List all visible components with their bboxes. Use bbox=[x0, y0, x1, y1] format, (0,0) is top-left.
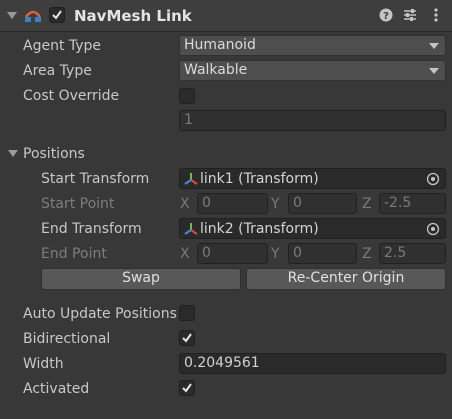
end-point-y-field: 0 bbox=[288, 243, 357, 264]
dropdown-arrow-icon bbox=[429, 68, 439, 74]
start-transform-value: link1 (Transform) bbox=[200, 171, 319, 187]
agent-type-value: Humanoid bbox=[184, 37, 256, 53]
bidirectional-checkbox[interactable] bbox=[179, 330, 195, 346]
component-title: NavMesh Link bbox=[74, 7, 192, 25]
dropdown-arrow-icon bbox=[429, 43, 439, 49]
object-picker-icon[interactable] bbox=[426, 222, 440, 236]
checkmark-icon bbox=[182, 333, 192, 343]
end-transform-field[interactable]: link2 (Transform) bbox=[179, 218, 446, 239]
kebab-menu-icon[interactable] bbox=[428, 7, 444, 23]
recenter-origin-button[interactable]: Re-Center Origin bbox=[246, 268, 446, 290]
end-transform-value: link2 (Transform) bbox=[200, 221, 319, 237]
width-label: Width bbox=[23, 356, 64, 372]
positions-label[interactable]: Positions bbox=[23, 145, 85, 163]
end-point-x-field: 0 bbox=[197, 243, 268, 264]
area-type-label: Area Type bbox=[23, 63, 92, 79]
checkmark-icon bbox=[182, 383, 192, 393]
bidirectional-label: Bidirectional bbox=[23, 331, 111, 347]
end-point-label: End Point bbox=[41, 246, 107, 262]
start-point-x-label: X bbox=[180, 196, 190, 212]
start-transform-field[interactable]: link1 (Transform) bbox=[179, 168, 446, 189]
activated-checkbox[interactable] bbox=[179, 380, 195, 396]
help-icon[interactable]: ? bbox=[378, 7, 394, 23]
object-picker-icon[interactable] bbox=[426, 172, 440, 186]
end-transform-label: End Transform bbox=[41, 221, 142, 237]
transform-icon bbox=[184, 223, 198, 235]
positions-foldout-icon[interactable] bbox=[8, 150, 18, 157]
navmesh-link-icon bbox=[24, 10, 42, 22]
area-type-value: Walkable bbox=[184, 62, 248, 78]
cost-override-label: Cost Override bbox=[23, 88, 120, 104]
start-point-label: Start Point bbox=[41, 196, 115, 212]
start-point-x-field: 0 bbox=[197, 193, 268, 214]
activated-label: Activated bbox=[23, 381, 90, 397]
agent-type-dropdown[interactable]: Humanoid bbox=[179, 35, 446, 56]
start-transform-label: Start Transform bbox=[41, 171, 150, 187]
enabled-checkbox[interactable] bbox=[49, 7, 65, 23]
component-header[interactable]: NavMesh Link ? bbox=[0, 0, 452, 32]
start-point-z-label: Z bbox=[362, 196, 372, 212]
start-point-z-field: -2.5 bbox=[379, 193, 446, 214]
start-point-y-field: 0 bbox=[288, 193, 357, 214]
agent-type-label: Agent Type bbox=[23, 38, 102, 54]
end-point-z-field: 2.5 bbox=[379, 243, 446, 264]
svg-text:?: ? bbox=[383, 11, 389, 22]
cost-override-field: 1 bbox=[179, 110, 446, 131]
end-point-x-label: X bbox=[180, 246, 190, 262]
foldout-arrow-icon[interactable] bbox=[7, 12, 17, 19]
width-field[interactable]: 0.2049561 bbox=[179, 353, 446, 374]
swap-button[interactable]: Swap bbox=[41, 268, 241, 290]
presets-icon[interactable] bbox=[402, 7, 418, 23]
transform-icon bbox=[184, 173, 198, 185]
end-point-z-label: Z bbox=[362, 246, 372, 262]
auto-update-label: Auto Update Positions bbox=[23, 306, 177, 322]
checkmark-icon bbox=[52, 10, 62, 20]
cost-override-checkbox[interactable] bbox=[179, 88, 195, 104]
start-point-y-label: Y bbox=[271, 196, 280, 212]
end-point-y-label: Y bbox=[271, 246, 280, 262]
auto-update-checkbox[interactable] bbox=[179, 305, 195, 321]
area-type-dropdown[interactable]: Walkable bbox=[179, 60, 446, 81]
